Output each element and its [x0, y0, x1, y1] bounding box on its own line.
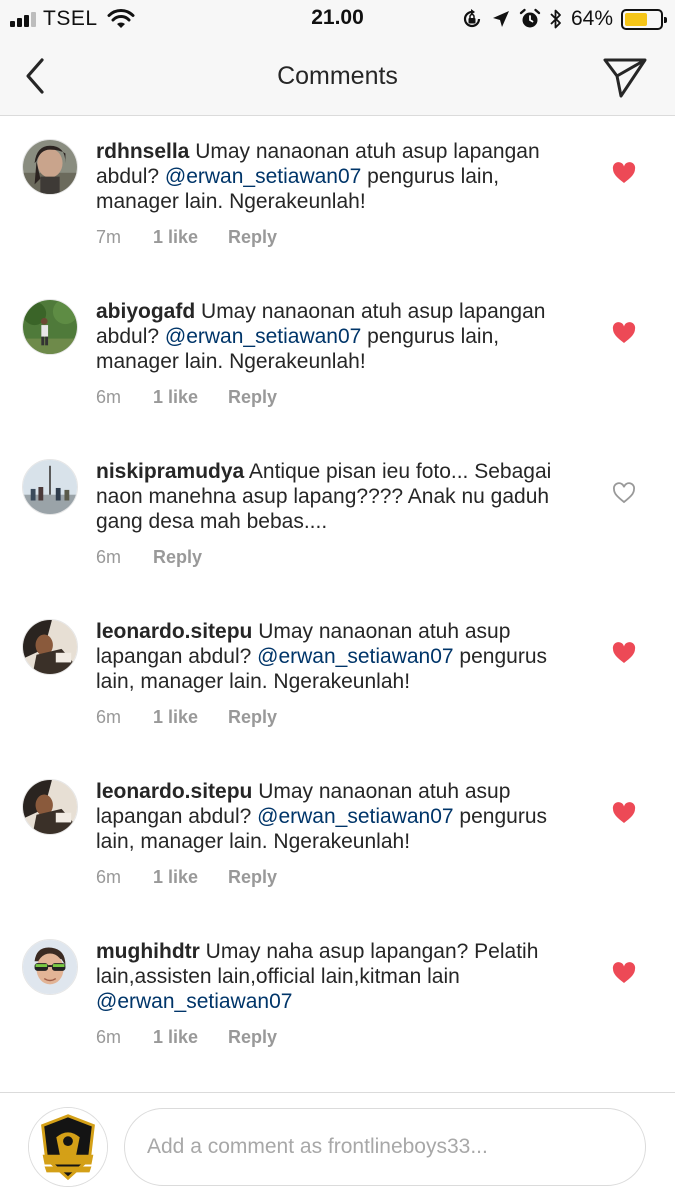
comment-time: 6m — [96, 707, 122, 727]
comment-time: 6m — [96, 1027, 122, 1047]
comment-time: 6m — [96, 547, 122, 567]
battery-level — [625, 12, 647, 26]
avatar[interactable] — [22, 299, 78, 355]
heart-filled-icon[interactable] — [612, 802, 636, 824]
heart-filled-icon[interactable] — [612, 642, 636, 664]
comment-mention[interactable]: @erwan_setiawan07 — [165, 325, 361, 348]
comment-meta: 6m 1 like Reply — [96, 707, 277, 728]
comment-text: rdhnsella Umay nanaonan atuh asup lapang… — [96, 139, 586, 214]
comment-text: leonardo.sitepu Umay nanaonan atuh asup … — [96, 619, 586, 694]
page-title: Comments — [277, 62, 398, 90]
nav-bar: Comments — [0, 38, 675, 116]
comment-likes[interactable]: 1 like — [153, 387, 228, 408]
battery-percent: 64% — [570, 7, 613, 30]
comment-item: leonardo.sitepu Umay nanaonan atuh asup … — [0, 597, 675, 757]
comment-meta: 6m Reply — [96, 547, 202, 568]
comment-item: abiyogafd Umay nanaonan atuh asup lapang… — [0, 277, 675, 437]
avatar[interactable] — [22, 619, 78, 675]
avatar[interactable] — [22, 139, 78, 195]
bluetooth-icon — [550, 9, 561, 29]
comment-likes[interactable]: 1 like — [153, 227, 228, 248]
comment-meta: 6m 1 like Reply — [96, 1027, 277, 1048]
heart-filled-icon[interactable] — [612, 962, 636, 984]
reply-button[interactable]: Reply — [153, 547, 202, 568]
comment-item: niskipramudya Antique pisan ieu foto... … — [0, 437, 675, 597]
comment-text: niskipramudya Antique pisan ieu foto... … — [96, 459, 586, 534]
comment-mention[interactable]: @erwan_setiawan07 — [257, 645, 453, 668]
comment-username[interactable]: mughihdtr — [96, 940, 200, 963]
comment-username[interactable]: rdhnsella — [96, 140, 189, 163]
comment-item: rdhnsella Umay nanaonan atuh asup lapang… — [0, 117, 675, 277]
heart-filled-icon[interactable] — [612, 322, 636, 344]
user-avatar[interactable] — [28, 1107, 108, 1187]
comment-likes[interactable]: 1 like — [153, 707, 228, 728]
comment-likes[interactable]: 1 like — [153, 867, 228, 888]
status-right: 64% — [461, 6, 667, 32]
avatar[interactable] — [22, 779, 78, 835]
comment-item: leonardo.sitepu Umay nanaonan atuh asup … — [0, 757, 675, 917]
avatar[interactable] — [22, 939, 78, 995]
status-bar: TSEL 21.00 64% — [0, 0, 675, 38]
frontline-logo — [29, 1108, 107, 1186]
reply-button[interactable]: Reply — [228, 1027, 277, 1048]
reply-button[interactable]: Reply — [228, 707, 277, 728]
direct-send-icon[interactable] — [601, 54, 649, 100]
comment-time: 7m — [96, 227, 122, 247]
reply-button[interactable]: Reply — [228, 867, 277, 888]
reply-button[interactable]: Reply — [228, 227, 277, 248]
comment-username[interactable]: niskipramudya — [96, 460, 244, 483]
location-arrow-icon — [492, 11, 509, 27]
comment-meta: 6m 1 like Reply — [96, 387, 277, 408]
comment-username[interactable]: abiyogafd — [96, 300, 195, 323]
alarm-clock-icon — [519, 8, 541, 28]
comment-mention[interactable]: @erwan_setiawan07 — [165, 165, 361, 188]
comment-likes[interactable]: 1 like — [153, 1027, 228, 1048]
comment-item: mughihdtr Umay naha asup lapangan? Pelat… — [0, 917, 675, 1077]
reply-button[interactable]: Reply — [228, 387, 277, 408]
heart-outline-icon[interactable] — [612, 482, 636, 504]
comment-text: mughihdtr Umay naha asup lapangan? Pelat… — [96, 939, 586, 1014]
battery-icon — [621, 8, 667, 30]
comment-text: abiyogafd Umay nanaonan atuh asup lapang… — [96, 299, 586, 374]
rotation-lock-icon — [463, 9, 481, 28]
comment-text: leonardo.sitepu Umay nanaonan atuh asup … — [96, 779, 586, 854]
comment-time: 6m — [96, 387, 122, 407]
comment-meta: 6m 1 like Reply — [96, 867, 277, 888]
comment-input[interactable] — [124, 1108, 646, 1186]
comment-mention[interactable]: @erwan_setiawan07 — [96, 990, 292, 1013]
comment-mention[interactable]: @erwan_setiawan07 — [257, 805, 453, 828]
comment-username[interactable]: leonardo.sitepu — [96, 780, 252, 803]
comment-meta: 7m 1 like Reply — [96, 227, 277, 248]
avatar[interactable] — [22, 459, 78, 515]
comment-time: 6m — [96, 867, 122, 887]
heart-filled-icon[interactable] — [612, 162, 636, 184]
comment-composer — [0, 1092, 675, 1200]
comment-username[interactable]: leonardo.sitepu — [96, 620, 252, 643]
